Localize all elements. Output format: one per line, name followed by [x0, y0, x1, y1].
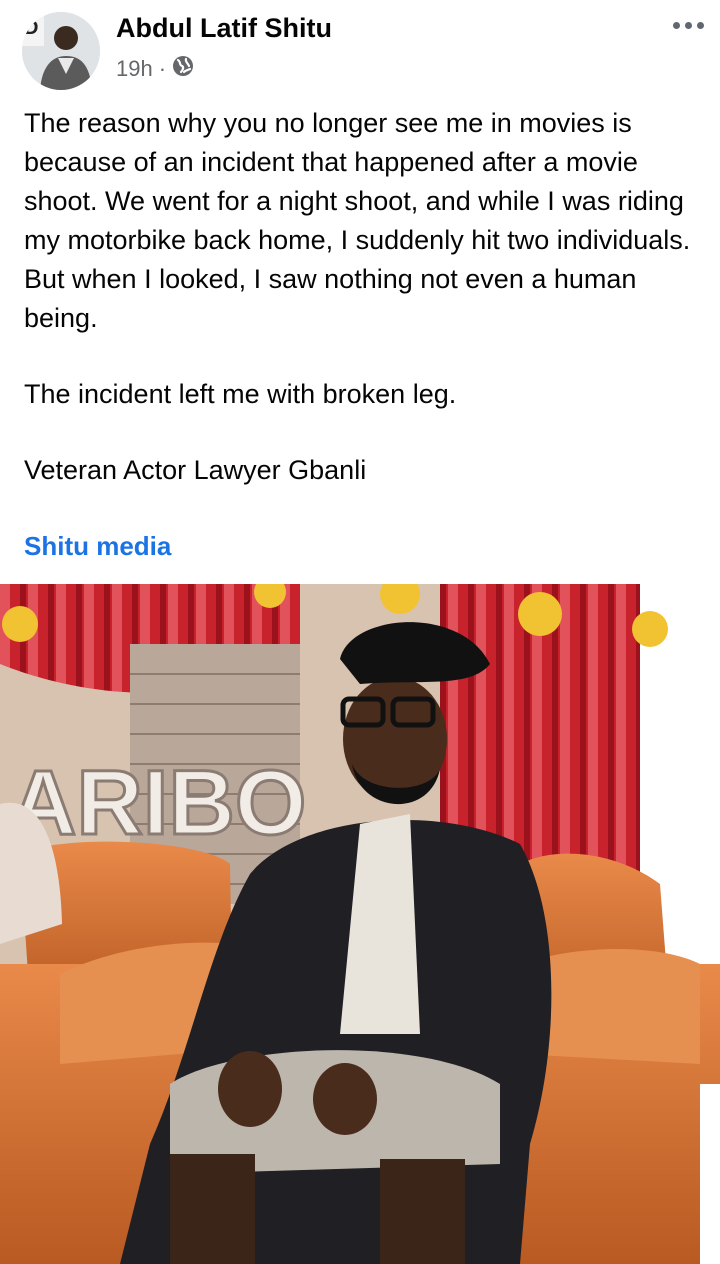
post-paragraph: The reason why you no longer see me in m…	[24, 108, 691, 333]
meta-separator: ·	[158, 56, 167, 81]
svg-text:D: D	[24, 17, 38, 39]
post-time[interactable]: 19h	[116, 56, 153, 82]
post-paragraph: The incident left me with broken leg.	[24, 379, 457, 409]
post-header: D Abdul Latif Shitu 19h ·	[0, 0, 720, 100]
author-name[interactable]: Abdul Latif Shitu	[116, 13, 332, 44]
more-horizontal-icon	[672, 21, 680, 29]
post-photo[interactable]: ARIBO	[0, 584, 720, 1264]
post-paragraph: Veteran Actor Lawyer Gbanli	[24, 455, 367, 485]
avatar[interactable]: D	[22, 12, 100, 90]
shitu-media-link[interactable]: Shitu media	[24, 531, 171, 562]
sign-text: ARIBO	[10, 752, 306, 854]
globe-icon	[172, 55, 194, 83]
post-body: The reason why you no longer see me in m…	[24, 104, 714, 490]
post-meta: 19h ·	[116, 55, 194, 83]
more-options-button[interactable]	[666, 10, 710, 40]
